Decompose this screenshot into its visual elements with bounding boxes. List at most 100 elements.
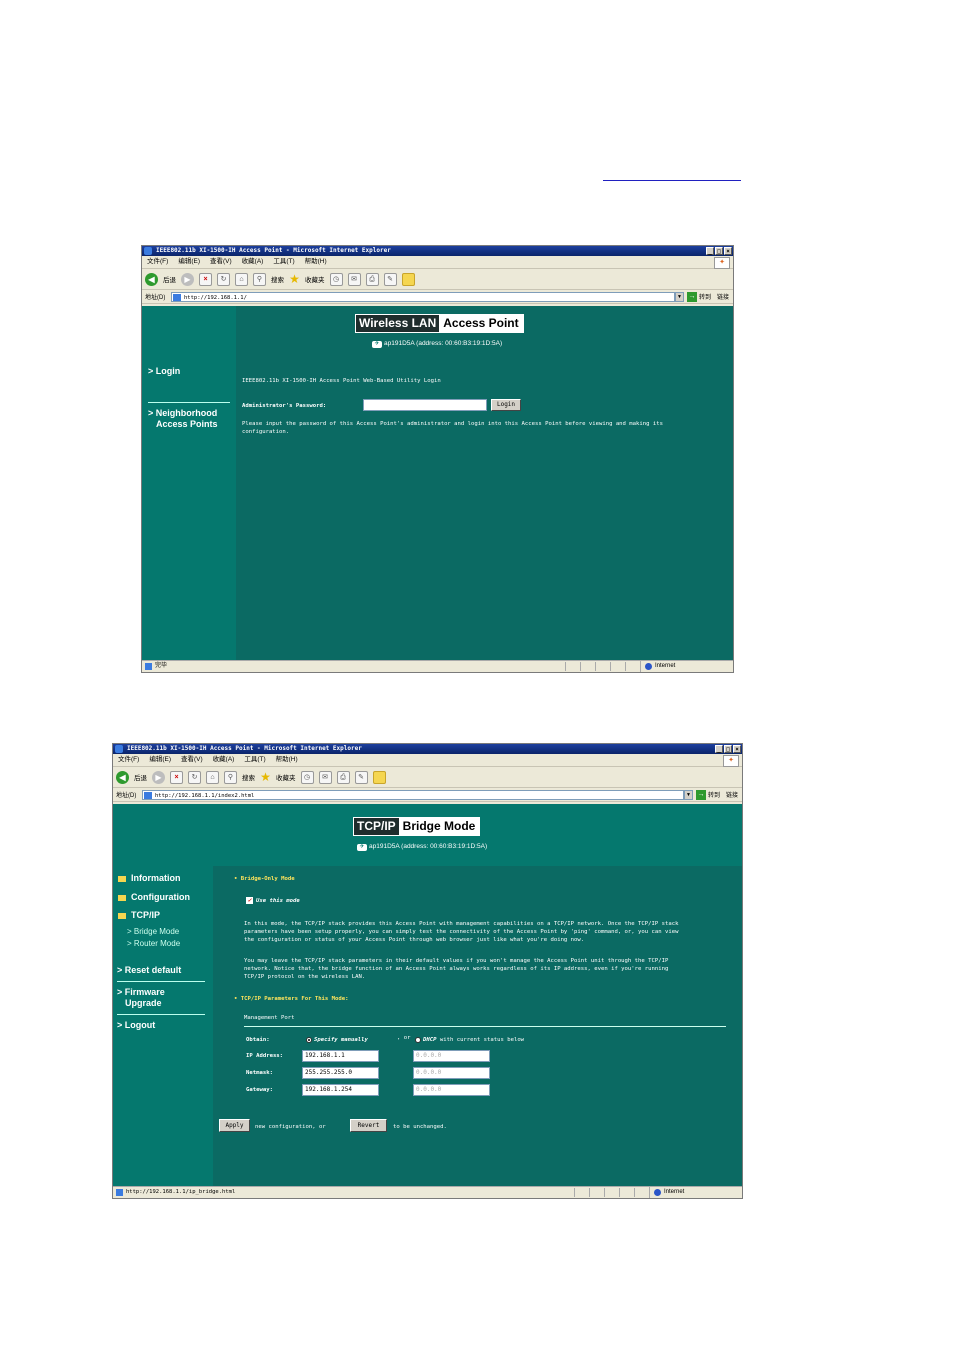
favorites-button[interactable]: 收藏夹 xyxy=(276,772,296,782)
folder-icon[interactable] xyxy=(372,770,386,784)
print-icon[interactable]: ⎙ xyxy=(365,272,379,286)
specify-manually-label: Specify manually xyxy=(314,1037,368,1043)
menu-favorites[interactable]: 收藏(A) xyxy=(242,256,264,268)
minimize-button[interactable]: _ xyxy=(706,247,714,255)
search-button[interactable]: 搜索 xyxy=(271,274,284,284)
globe-icon xyxy=(654,1189,661,1196)
menu-view[interactable]: 查看(V) xyxy=(181,754,203,766)
window-title: IEEE802.11b XI-1500-IH Access Point - Mi… xyxy=(127,745,362,752)
maximize-button[interactable]: □ xyxy=(724,745,732,753)
menu-view[interactable]: 查看(V) xyxy=(210,256,232,268)
password-input[interactable] xyxy=(363,399,487,411)
back-button[interactable]: 后退 xyxy=(163,274,176,284)
favorites-star-icon[interactable]: ★ xyxy=(260,771,271,783)
sidebar-item-reset-default[interactable]: > Reset default xyxy=(117,965,181,976)
stop-icon[interactable]: × xyxy=(170,770,183,784)
ip-address-label: IP Address: xyxy=(246,1053,284,1059)
back-arrow-icon[interactable]: ◀ xyxy=(116,770,129,784)
home-icon[interactable]: ⌂ xyxy=(206,770,219,784)
use-mode-checkbox[interactable]: ✓ Use this mode xyxy=(246,897,300,905)
mail-icon[interactable]: ✉ xyxy=(347,272,361,286)
forward-arrow-icon[interactable]: ▶ xyxy=(181,272,194,286)
back-button[interactable]: 后退 xyxy=(134,772,147,782)
menu-help[interactable]: 帮助(H) xyxy=(305,256,327,268)
history-icon[interactable]: ◷ xyxy=(300,770,314,784)
status-bar: http://192.168.1.1/ip_bridge.html Intern… xyxy=(113,1186,742,1198)
mail-icon[interactable]: ✉ xyxy=(318,770,332,784)
edit-icon[interactable]: ✎ xyxy=(354,770,368,784)
close-button[interactable]: × xyxy=(724,247,732,255)
folder-icon[interactable] xyxy=(401,272,415,286)
netmask-input[interactable]: 255.255.255.0 xyxy=(302,1067,379,1079)
menu-favorites[interactable]: 收藏(A) xyxy=(213,754,235,766)
favorites-star-icon[interactable]: ★ xyxy=(289,273,300,285)
banner-access-point: Access Point xyxy=(439,315,523,332)
menu-tools[interactable]: 工具(T) xyxy=(244,754,265,766)
sidebar-item-firmware[interactable]: > Firmware xyxy=(117,987,165,998)
apply-button[interactable]: Apply xyxy=(219,1119,250,1132)
sidebar-item-information[interactable]: Information xyxy=(118,873,181,884)
menu-edit[interactable]: 编辑(E) xyxy=(178,256,200,268)
address-dropdown-icon[interactable]: ▼ xyxy=(674,291,684,302)
hyperlink-underline[interactable] xyxy=(603,180,741,181)
title-bar[interactable]: IEEE802.11b XI-1500-IH Access Point - Mi… xyxy=(142,246,733,256)
address-input[interactable]: http://192.168.1.1/ xyxy=(171,291,675,302)
menu-edit[interactable]: 编辑(E) xyxy=(149,754,171,766)
apply-text: new configuration, or xyxy=(255,1124,326,1130)
revert-button[interactable]: Revert xyxy=(350,1119,387,1132)
sidebar-item-login[interactable]: > Login xyxy=(148,366,180,377)
ie-icon xyxy=(144,247,152,255)
page-content: Wireless LAN Access Point ✈ ap191D5A (add… xyxy=(142,306,733,661)
or-label: , or xyxy=(397,1035,411,1041)
device-address: ap191D5A (address: 00:60:B3:19:1D:5A) xyxy=(369,843,488,850)
sidebar-item-neighborhood[interactable]: > Neighborhood xyxy=(148,408,217,419)
gateway-input[interactable]: 192.168.1.254 xyxy=(302,1084,379,1096)
page-banner: TCP/IP Bridge Mode xyxy=(353,817,481,836)
address-input[interactable]: http://192.168.1.1/index2.html xyxy=(142,789,684,800)
address-url: http://192.168.1.1/ xyxy=(184,294,247,301)
minimize-button[interactable]: _ xyxy=(715,745,723,753)
links-button[interactable]: 链接 xyxy=(726,790,738,799)
sidebar-item-configuration[interactable]: Configuration xyxy=(118,892,190,903)
dhcp-radio[interactable]: DHCP with current status below xyxy=(415,1036,524,1044)
links-button[interactable]: 链接 xyxy=(717,292,729,301)
specify-manually-radio[interactable]: Specify manually xyxy=(306,1036,368,1044)
forward-arrow-icon[interactable]: ▶ xyxy=(152,770,165,784)
address-dropdown-icon[interactable]: ▼ xyxy=(683,789,693,800)
ip-address-input[interactable]: 192.168.1.1 xyxy=(302,1050,379,1062)
go-button[interactable]: → 转到 xyxy=(686,291,711,302)
menu-help[interactable]: 帮助(H) xyxy=(276,754,298,766)
menu-file[interactable]: 文件(F) xyxy=(118,754,139,766)
home-icon[interactable]: ⌂ xyxy=(235,272,248,286)
search-button[interactable]: 搜索 xyxy=(242,772,255,782)
search-icon[interactable]: ⚲ xyxy=(253,272,266,286)
sidebar-item-logout[interactable]: > Logout xyxy=(117,1020,155,1031)
close-button[interactable]: × xyxy=(733,745,741,753)
go-button[interactable]: → 转到 xyxy=(695,789,720,800)
menu-file[interactable]: 文件(F) xyxy=(147,256,168,268)
back-arrow-icon[interactable]: ◀ xyxy=(145,272,158,286)
login-button[interactable]: Login xyxy=(491,399,521,411)
refresh-icon[interactable]: ↻ xyxy=(217,272,230,286)
favorites-button[interactable]: 收藏夹 xyxy=(305,274,325,284)
sidebar-subitem-router-mode[interactable]: > Router Mode xyxy=(127,939,180,949)
sidebar-divider xyxy=(117,981,205,982)
edit-icon[interactable]: ✎ xyxy=(383,272,397,286)
print-icon[interactable]: ⎙ xyxy=(336,770,350,784)
browser-window-login: IEEE802.11b XI-1500-IH Access Point - Mi… xyxy=(141,245,734,673)
address-bar: 地址(D) http://192.168.1.1/ ▼ → 转到 链接 xyxy=(142,290,733,304)
maximize-button[interactable]: □ xyxy=(715,247,723,255)
dhcp-label: DHCP xyxy=(423,1037,437,1043)
sidebar-item-tcpip[interactable]: TCP/IP xyxy=(118,910,160,921)
sidebar-divider xyxy=(117,1014,205,1015)
refresh-icon[interactable]: ↻ xyxy=(188,770,201,784)
sidebar-item-firmware-line2[interactable]: Upgrade xyxy=(125,998,162,1009)
address-bar: 地址(D) http://192.168.1.1/index2.html ▼ →… xyxy=(113,788,742,802)
history-icon[interactable]: ◷ xyxy=(329,272,343,286)
title-bar[interactable]: IEEE802.11b XI-1500-IH Access Point - Mi… xyxy=(113,744,742,754)
sidebar-subitem-bridge-mode[interactable]: > Bridge Mode xyxy=(127,927,179,937)
stop-icon[interactable]: × xyxy=(199,272,212,286)
search-icon[interactable]: ⚲ xyxy=(224,770,237,784)
menu-tools[interactable]: 工具(T) xyxy=(273,256,294,268)
sidebar-item-neighborhood-line2[interactable]: Access Points xyxy=(156,419,218,430)
